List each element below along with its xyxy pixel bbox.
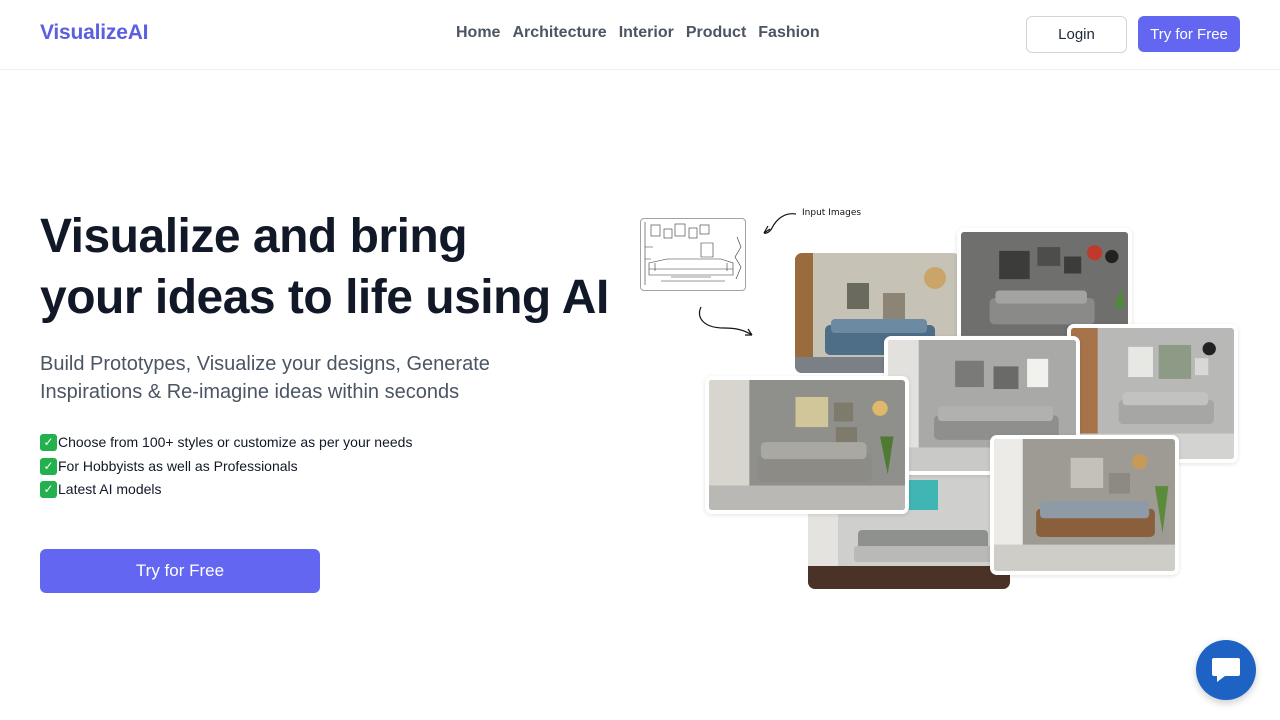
input-sketch-image <box>640 218 746 291</box>
label-arrow-icon <box>763 213 797 234</box>
hero-title: Visualize and bring your ideas to life u… <box>40 206 640 328</box>
site-logo[interactable]: VisualizeAI <box>40 21 148 45</box>
feature-list: ✓ Choose from 100+ styles or customize a… <box>40 431 412 502</box>
nav-home[interactable]: Home <box>456 24 500 42</box>
feature-item: ✓ Choose from 100+ styles or customize a… <box>40 431 412 455</box>
try-free-header-button[interactable]: Try for Free <box>1138 16 1240 52</box>
feature-text: For Hobbyists as well as Professionals <box>58 457 298 474</box>
rendered-interior-image <box>705 376 909 514</box>
nav-fashion[interactable]: Fashion <box>758 24 819 42</box>
feature-item: ✓ Latest AI models <box>40 478 412 502</box>
nav-product[interactable]: Product <box>686 24 746 42</box>
chat-bubble-icon <box>1212 658 1240 682</box>
login-button[interactable]: Login <box>1026 16 1127 53</box>
nav-architecture[interactable]: Architecture <box>512 24 606 42</box>
checkmark-icon: ✓ <box>40 434 57 452</box>
checkmark-icon: ✓ <box>40 457 57 475</box>
nav-interior[interactable]: Interior <box>619 24 674 42</box>
feature-text: Choose from 100+ styles or customize as … <box>58 434 413 450</box>
checkmark-icon: ✓ <box>40 481 57 499</box>
feature-text: Latest AI models <box>58 481 162 497</box>
main-nav: Home Architecture Interior Product Fashi… <box>456 24 820 42</box>
hero-subtitle-line1: Build Prototypes, Visualize your designs… <box>40 353 490 375</box>
try-free-cta-button[interactable]: Try for Free <box>40 549 320 593</box>
rendered-interior-image <box>990 435 1179 575</box>
chat-button[interactable] <box>1196 640 1256 700</box>
hero-subtitle: Build Prototypes, Visualize your designs… <box>40 350 560 406</box>
hero-title-line2: your ideas to life using AI <box>40 271 609 324</box>
hero-title-line1: Visualize and bring <box>40 210 468 263</box>
hero-subtitle-line2: Inspirations & Re-imagine ideas within s… <box>40 381 460 403</box>
feature-item: ✓ For Hobbyists as well as Professionals <box>40 455 412 479</box>
input-images-label: Input Images <box>802 208 862 218</box>
site-header: VisualizeAI Home Architecture Interior P… <box>0 0 1280 70</box>
sketch-arrow-icon <box>699 306 753 336</box>
